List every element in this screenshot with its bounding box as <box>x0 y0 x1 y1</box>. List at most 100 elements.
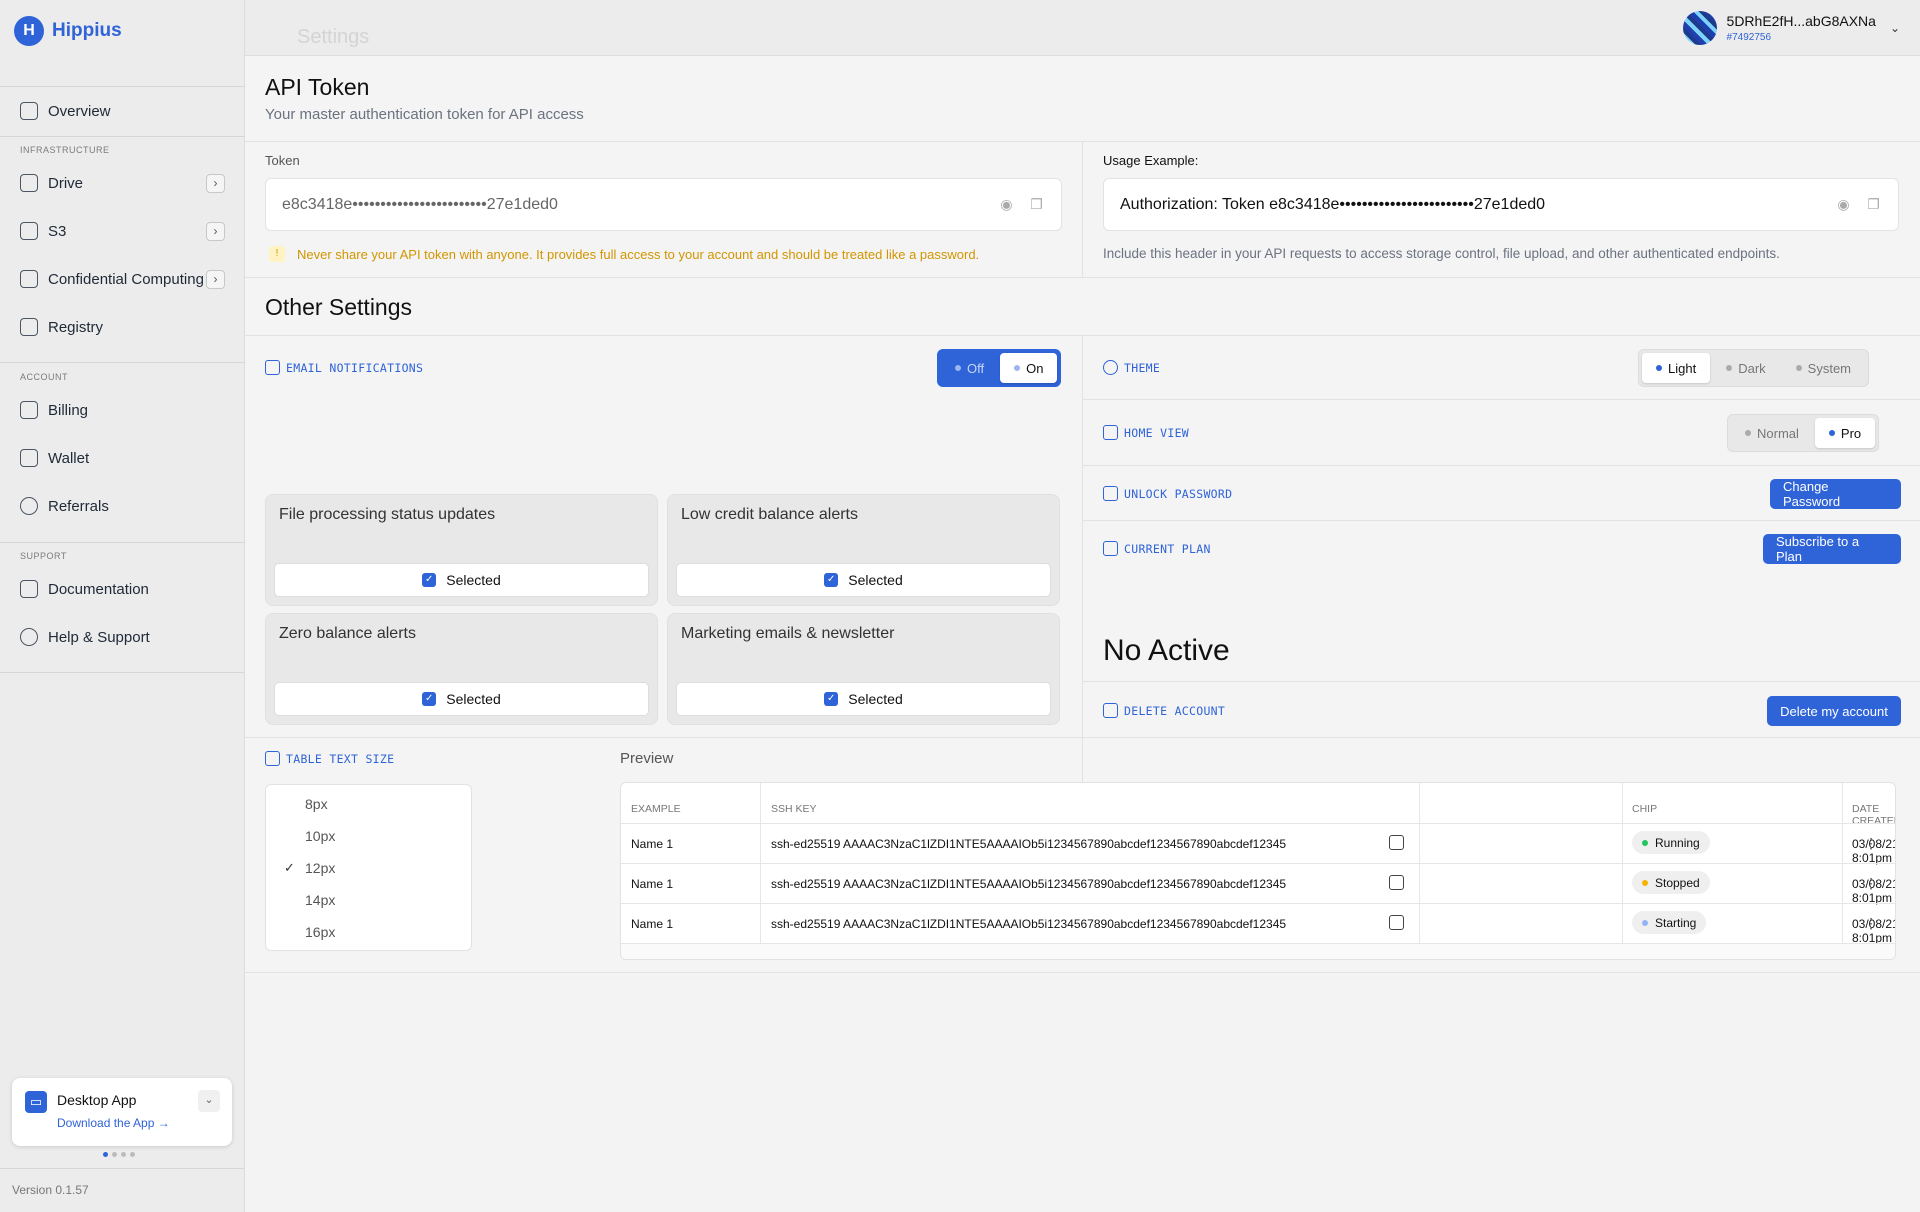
row-name: Name 1 <box>631 877 674 891</box>
home-view-option-normal[interactable]: Normal <box>1731 418 1813 448</box>
delete-account-button[interactable]: Delete my account <box>1767 696 1901 726</box>
theme-option-dark[interactable]: Dark <box>1712 353 1779 383</box>
sidebar-item-s3[interactable]: S3 › <box>20 216 225 246</box>
theme-option-system[interactable]: System <box>1782 353 1865 383</box>
monitor-icon <box>20 270 38 288</box>
sidebar-item-label: Documentation <box>48 580 149 598</box>
download-app-link[interactable]: Download the App → <box>57 1116 170 1130</box>
row-name: Name 1 <box>631 837 674 851</box>
card-select-button[interactable]: ✓ Selected <box>274 563 649 597</box>
notification-card[interactable]: Zero balance alerts ✓ Selected <box>265 613 658 725</box>
option-label: Normal <box>1757 425 1799 441</box>
toggle-off[interactable]: Off <box>941 353 998 383</box>
home-icon <box>20 102 38 120</box>
change-password-button[interactable]: Change Password <box>1770 479 1901 509</box>
subscribe-plan-button[interactable]: Subscribe to a Plan <box>1763 534 1901 564</box>
usage-label: Usage Example: <box>1103 153 1199 168</box>
card-select-button[interactable]: ✓ Selected <box>274 682 649 716</box>
sidebar-item-referrals[interactable]: Referrals <box>20 491 225 521</box>
sidebar-item-billing[interactable]: Billing <box>20 395 225 425</box>
chevron-right-icon[interactable]: › <box>206 174 225 193</box>
sidebar-item-registry[interactable]: Registry <box>20 312 225 342</box>
usage-field[interactable]: Authorization: Token e8c3418e•••••••••••… <box>1103 178 1899 231</box>
copy-icon[interactable] <box>1389 875 1404 890</box>
table-row[interactable]: Name 1 ssh-ed25519 AAAAC3NzaC1lZDI1NTE5A… <box>621 823 1895 865</box>
chevron-down-icon[interactable]: ⌄ <box>198 1090 220 1112</box>
column-header[interactable]: CHIP <box>1632 803 1657 815</box>
setting-label-text: HOME VIEW <box>1124 425 1190 440</box>
sidebar-item-overview[interactable]: Overview <box>20 96 225 126</box>
text-size-listbox[interactable]: 8px 10px ✓ 12px 14px 16px <box>265 784 472 951</box>
carousel-dot[interactable] <box>112 1152 117 1157</box>
more-vertical-icon[interactable]: ⋮ <box>1864 835 1878 852</box>
toggle-on[interactable]: On <box>1000 353 1058 383</box>
notification-card[interactable]: File processing status updates ✓ Selected <box>265 494 658 606</box>
document-icon <box>20 580 38 598</box>
usage-help: Include this header in your API requests… <box>1103 246 1780 261</box>
size-option[interactable]: 16px <box>305 924 335 940</box>
eye-icon[interactable]: ◉ <box>998 196 1015 213</box>
size-option-selected[interactable]: 12px <box>305 860 335 876</box>
copy-icon[interactable] <box>1389 915 1404 930</box>
carousel-dot[interactable] <box>121 1152 126 1157</box>
card-select-button[interactable]: ✓ Selected <box>676 682 1051 716</box>
table-row-partial <box>621 943 1895 959</box>
app-version: Version 0.1.57 <box>12 1183 89 1197</box>
copy-icon[interactable] <box>1389 835 1404 850</box>
mail-icon <box>265 360 280 375</box>
row-ssh-key: ssh-ed25519 AAAAC3NzaC1lZDI1NTE5AAAAIOb5… <box>771 917 1287 931</box>
desktop-icon: ▭ <box>25 1091 47 1113</box>
sidebar-item-wallet[interactable]: Wallet <box>20 443 225 473</box>
checkbox-checked-icon: ✓ <box>422 692 437 706</box>
user-icon <box>20 497 38 515</box>
section-infrastructure: INFRASTRUCTURE <box>20 145 110 155</box>
column-header[interactable]: EXAMPLE <box>631 803 681 815</box>
status-chip: Stopped <box>1632 871 1710 894</box>
delete-account-label: DELETE ACCOUNT <box>1103 703 1225 718</box>
token-value: e8c3418e••••••••••••••••••••••••27e1ded0 <box>282 195 558 213</box>
card-title: Zero balance alerts <box>279 625 416 642</box>
home-view-selector[interactable]: Normal Pro <box>1727 414 1880 452</box>
column-header[interactable]: SSH KEY <box>771 803 817 815</box>
sidebar-item-confidential-computing[interactable]: Confidential Computing › <box>20 264 225 294</box>
eye-icon[interactable]: ◉ <box>1835 196 1852 213</box>
card-title: Marketing emails & newsletter <box>681 625 895 642</box>
theme-selector[interactable]: Light Dark System <box>1638 349 1869 387</box>
chevron-right-icon[interactable]: › <box>206 270 225 289</box>
carousel-dot[interactable] <box>130 1152 135 1157</box>
notification-card[interactable]: Low credit balance alerts ✓ Selected <box>667 494 1060 606</box>
account-name: 5DRhE2fH...abG8AXNa <box>1726 13 1876 29</box>
home-view-option-pro[interactable]: Pro <box>1814 418 1876 448</box>
divider <box>245 277 1920 278</box>
api-token-title: API Token <box>265 74 370 100</box>
credit-card-icon <box>1103 541 1118 556</box>
desktop-app-promo: ▭ Desktop App Download the App → ⌄ <box>12 1078 232 1146</box>
token-field[interactable]: e8c3418e••••••••••••••••••••••••27e1ded0… <box>265 178 1062 231</box>
more-vertical-icon[interactable]: ⋮ <box>1864 875 1878 892</box>
usage-value: Authorization: Token e8c3418e•••••••••••… <box>1120 195 1546 213</box>
more-vertical-icon[interactable]: ⋮ <box>1864 915 1878 932</box>
table-row[interactable]: Name 1 ssh-ed25519 AAAAC3NzaC1lZDI1NTE5A… <box>621 903 1895 945</box>
size-option[interactable]: 8px <box>305 796 328 812</box>
notification-card[interactable]: Marketing emails & newsletter ✓ Selected <box>667 613 1060 725</box>
status-dot <box>1656 365 1662 371</box>
email-notifications-toggle[interactable]: Off On <box>937 349 1062 387</box>
sidebar-item-help[interactable]: Help & Support <box>20 622 225 652</box>
logo[interactable]: H Hippius <box>14 16 122 46</box>
sidebar-item-drive[interactable]: Drive › <box>20 168 225 198</box>
theme-option-light[interactable]: Light <box>1642 353 1711 383</box>
account-menu[interactable]: 5DRhE2fH...abG8AXNa #7492756 ⌄ <box>1682 11 1900 45</box>
setting-label-text: THEME <box>1124 360 1161 375</box>
chevron-right-icon[interactable]: › <box>206 222 225 241</box>
copy-icon[interactable]: ❐ <box>1865 196 1882 213</box>
option-label: On <box>1026 360 1044 376</box>
billing-icon <box>20 401 38 419</box>
carousel-dot[interactable] <box>103 1152 108 1157</box>
size-option[interactable]: 10px <box>305 828 335 844</box>
copy-icon[interactable]: ❐ <box>1028 196 1045 213</box>
sidebar-item-documentation[interactable]: Documentation <box>20 574 225 604</box>
card-select-button[interactable]: ✓ Selected <box>676 563 1051 597</box>
status-dot <box>1642 879 1648 886</box>
table-row[interactable]: Name 1 ssh-ed25519 AAAAC3NzaC1lZDI1NTE5A… <box>621 863 1895 905</box>
size-option[interactable]: 14px <box>305 892 335 908</box>
